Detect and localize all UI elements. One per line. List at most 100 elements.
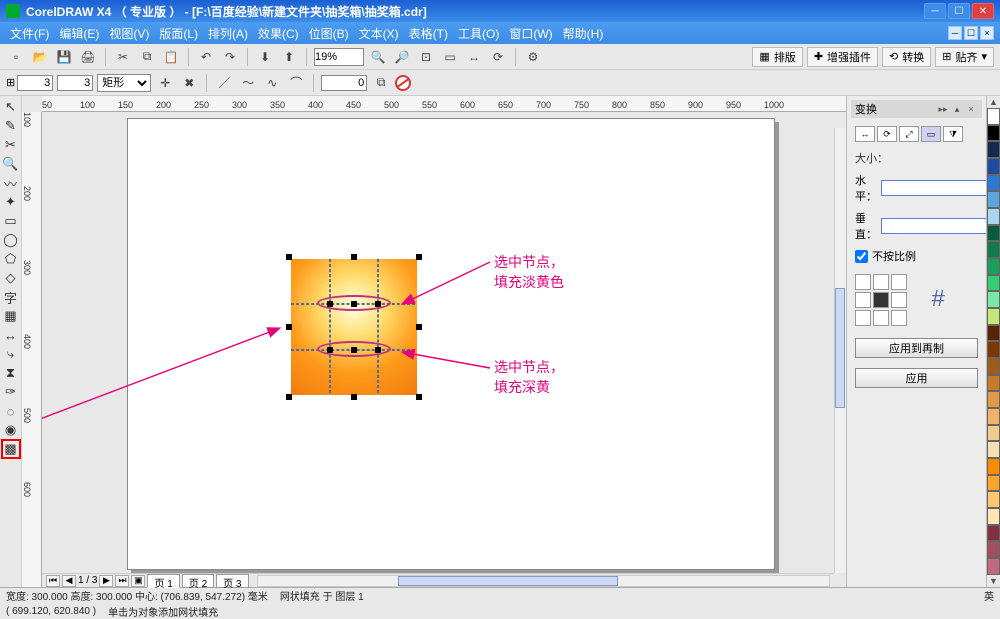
shape-tool-icon[interactable]: ✎: [2, 117, 20, 135]
swatch-13[interactable]: [987, 325, 1000, 342]
shapes-tool-icon[interactable]: ◇: [2, 269, 20, 287]
refresh-icon[interactable]: ⟳: [488, 47, 508, 67]
menu-edit[interactable]: 编辑(E): [55, 23, 103, 44]
swatch-25[interactable]: [987, 525, 1000, 542]
swatch-27[interactable]: [987, 558, 1000, 575]
swatch-3[interactable]: [987, 158, 1000, 175]
outline-tool-icon[interactable]: ◌: [2, 402, 20, 420]
maximize-button[interactable]: ☐: [948, 3, 970, 19]
text-tool-icon[interactable]: 字: [2, 288, 20, 306]
menu-file[interactable]: 文件(F): [6, 23, 53, 44]
docker-collapse-icon[interactable]: ▴: [950, 102, 964, 116]
palette-down-icon[interactable]: ▼: [987, 575, 1000, 587]
swatch-14[interactable]: [987, 341, 1000, 358]
page-tab-3[interactable]: 页 3: [216, 574, 248, 588]
snap-button[interactable]: ⊞贴齐▾: [935, 47, 994, 67]
menu-help[interactable]: 帮助(H): [559, 23, 608, 44]
freehand-tool-icon[interactable]: 〰: [2, 174, 20, 192]
swatch-2[interactable]: [987, 141, 1000, 158]
menu-layout[interactable]: 版面(L): [155, 23, 202, 44]
swatch-23[interactable]: [987, 491, 1000, 508]
cut-icon[interactable]: ✂: [113, 47, 133, 67]
swatch-12[interactable]: [987, 308, 1000, 325]
copy-icon[interactable]: ⧉: [137, 47, 157, 67]
swatch-26[interactable]: [987, 541, 1000, 558]
swatch-24[interactable]: [987, 508, 1000, 525]
mdi-close-icon[interactable]: ×: [980, 26, 994, 40]
zoom-fit-icon[interactable]: ⊡: [416, 47, 436, 67]
smooth-icon[interactable]: ⌒: [286, 73, 306, 93]
menu-tools[interactable]: 工具(O): [454, 23, 503, 44]
rotate-tab-icon[interactable]: ⟳: [877, 126, 897, 142]
line-tool-icon[interactable]: ／: [214, 73, 234, 93]
zoom-width-icon[interactable]: ↔: [464, 47, 484, 67]
docker-close-icon[interactable]: ×: [964, 102, 978, 116]
anchor-center[interactable]: [873, 292, 889, 308]
horizontal-ruler[interactable]: 5010015020025030035040045050055060065070…: [42, 96, 846, 112]
new-icon[interactable]: ▫: [6, 47, 26, 67]
pick-tool-icon[interactable]: ↖: [2, 98, 20, 116]
swatch-22[interactable]: [987, 475, 1000, 492]
curve-tool-icon[interactable]: ～: [238, 73, 258, 93]
copy-mesh-icon[interactable]: ⧉: [371, 73, 391, 93]
grid-cols-input[interactable]: [57, 75, 93, 91]
page-tab-2[interactable]: 页 2: [182, 574, 214, 588]
non-proportional-checkbox[interactable]: [855, 250, 868, 263]
mdi-minimize-icon[interactable]: ─: [948, 26, 962, 40]
add-node-icon[interactable]: ✛: [155, 73, 175, 93]
menu-text[interactable]: 文本(X): [355, 23, 403, 44]
minimize-button[interactable]: ─: [924, 3, 946, 19]
swatch-19[interactable]: [987, 425, 1000, 442]
plugin-button[interactable]: ✚增强插件: [807, 47, 878, 67]
zoom-select[interactable]: [314, 48, 364, 66]
swatch-16[interactable]: [987, 375, 1000, 392]
delete-node-icon[interactable]: ✖: [179, 73, 199, 93]
close-button[interactable]: ✕: [972, 3, 994, 19]
grid-rows-input[interactable]: [17, 75, 53, 91]
docker-menu-icon[interactable]: ▸▸: [936, 102, 950, 116]
zoom-out-icon[interactable]: 🔎: [392, 47, 412, 67]
first-page-icon[interactable]: ⏮: [46, 575, 60, 587]
menu-window[interactable]: 窗口(W): [505, 23, 556, 44]
zoom-tool-icon[interactable]: 🔍: [2, 155, 20, 173]
crop-tool-icon[interactable]: ✂: [2, 136, 20, 154]
redo-icon[interactable]: ↷: [220, 47, 240, 67]
options-icon[interactable]: ⚙: [523, 47, 543, 67]
last-page-icon[interactable]: ⏭: [115, 575, 129, 587]
save-icon[interactable]: 💾: [54, 47, 74, 67]
node-shape-select[interactable]: 矩形: [97, 74, 151, 92]
swatch-18[interactable]: [987, 408, 1000, 425]
dropper-tool-icon[interactable]: ✑: [2, 383, 20, 401]
mdi-restore-icon[interactable]: ☐: [964, 26, 978, 40]
fill-tool-icon[interactable]: ◉: [2, 421, 20, 439]
swatch-7[interactable]: [987, 225, 1000, 242]
add-page-icon[interactable]: ▣: [131, 575, 145, 587]
apply-button[interactable]: 应用: [855, 368, 978, 388]
zoom-in-icon[interactable]: 🔍: [368, 47, 388, 67]
swatch-17[interactable]: [987, 391, 1000, 408]
layout-button[interactable]: ▦排版: [752, 47, 802, 67]
dimension-tool-icon[interactable]: ↔: [2, 326, 20, 344]
swatch-5[interactable]: [987, 191, 1000, 208]
height-input[interactable]: [881, 218, 1000, 234]
print-icon[interactable]: 🖨: [78, 47, 98, 67]
export-icon[interactable]: ⬆: [279, 47, 299, 67]
position-tab-icon[interactable]: ↔: [855, 126, 875, 142]
swatch-10[interactable]: [987, 275, 1000, 292]
swatch-21[interactable]: [987, 458, 1000, 475]
zoom-page-icon[interactable]: ▭: [440, 47, 460, 67]
ellipse-tool-icon[interactable]: ◯: [2, 231, 20, 249]
undo-icon[interactable]: ↶: [196, 47, 216, 67]
size-tab-icon[interactable]: ▭: [921, 126, 941, 142]
interactive-fill-tool-icon[interactable]: ▩: [2, 440, 20, 458]
canvas[interactable]: 选中节点， 填充淡黄色 选中节点， 填充深黄: [42, 112, 846, 587]
smart-tool-icon[interactable]: ✦: [2, 193, 20, 211]
convert-button[interactable]: ⟲转换: [882, 47, 931, 67]
swatch-0[interactable]: [987, 108, 1000, 125]
menu-arrange[interactable]: 排列(A): [204, 23, 252, 44]
skew-tab-icon[interactable]: ⧩: [943, 126, 963, 142]
horizontal-scrollbar[interactable]: [257, 575, 831, 587]
swatch-15[interactable]: [987, 358, 1000, 375]
import-icon[interactable]: ⬇: [255, 47, 275, 67]
paste-icon[interactable]: 📋: [161, 47, 181, 67]
